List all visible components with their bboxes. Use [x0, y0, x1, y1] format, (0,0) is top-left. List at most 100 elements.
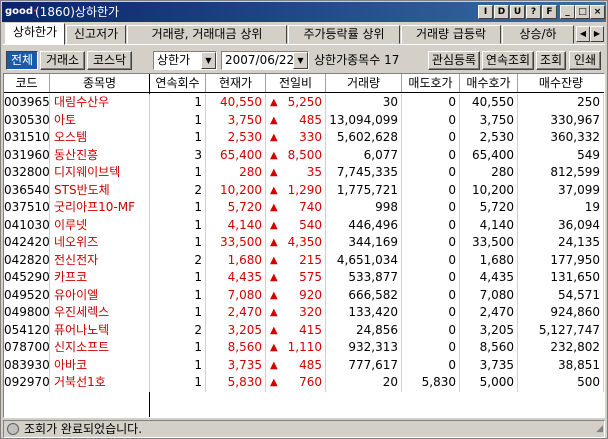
tab-up-down[interactable]: 상승/하: [502, 25, 574, 44]
table-row[interactable]: 042420 네오위즈 1 33,500 ▲ 4,350 344,169 0 33,500 24,…: [4, 234, 604, 252]
cell-volume-value: 24,856: [356, 322, 398, 337]
cell-streak-value: 3: [194, 147, 202, 162]
market-all-button[interactable]: 전체: [6, 51, 38, 70]
table-row[interactable]: 083930 아바코 1 3,735 ▲ 485 777,617 0 3,735 38,851: [4, 356, 604, 374]
cell-price: 5,830: [206, 374, 266, 392]
col-header-price[interactable]: 현재가: [206, 74, 266, 92]
cell-name-value: 퓨어나노텍: [54, 322, 110, 337]
limit-type-value: 상한가: [157, 53, 191, 67]
cell-bid-value: 2,470: [479, 305, 514, 319]
tab-scroll-left-icon[interactable]: ◀: [576, 26, 590, 42]
query-button[interactable]: 조회: [536, 51, 566, 70]
tool-i-button[interactable]: I: [478, 5, 493, 19]
cell-bid-value: 5,720: [479, 200, 514, 214]
cell-streak-value: 1: [194, 287, 202, 302]
up-arrow-icon: ▲: [270, 149, 278, 161]
cell-streak: 1: [150, 216, 206, 234]
cell-streak-value: 1: [194, 165, 202, 179]
tab-change-rate-top[interactable]: 주가등락률 상위: [288, 25, 400, 44]
cell-streak: 1: [150, 269, 206, 287]
table-row[interactable]: 049520 유아이엘 1 7,080 ▲ 920 666,582 0 7,080 54,571: [4, 286, 604, 304]
cell-bid-qty-value: 250: [577, 95, 600, 109]
col-header-bid-qty[interactable]: 매수잔량: [518, 74, 604, 92]
col-header-name[interactable]: 종목명: [50, 74, 150, 92]
limit-type-select[interactable]: 상한가 ▼: [153, 51, 217, 70]
close-button[interactable]: ×: [590, 5, 605, 19]
print-button[interactable]: 인쇄: [569, 51, 601, 70]
tab-new-high-low[interactable]: 신고저가: [66, 25, 126, 44]
cell-bid: 3,205: [460, 321, 518, 339]
table-row[interactable]: 037510 굿리아프10-MF 1 5,720 ▲ 740 998 0 5,720 19: [4, 199, 604, 217]
help-button[interactable]: ?: [526, 5, 541, 19]
table-row[interactable]: 036540 STS반도체 2 10,200 ▲ 1,290 1,775,721 0 10,20…: [4, 181, 604, 199]
tab-volume-surge[interactable]: 거래량 급등락: [401, 25, 501, 44]
table-row[interactable]: 042820 전신전자 2 1,680 ▲ 215 4,651,034 0 1,680 177,9…: [4, 251, 604, 269]
minimize-button[interactable]: _: [560, 5, 575, 19]
cell-bid-qty: 232,802: [518, 339, 604, 357]
cell-bid-qty-value: 38,851: [558, 357, 600, 372]
tool-d-button[interactable]: D: [494, 5, 509, 19]
cell-streak: 2: [150, 321, 206, 339]
date-select[interactable]: 2007/06/22 ▼: [221, 51, 309, 70]
table-row[interactable]: 045290 카프코 1 4,435 ▲ 575 533,877 0 4,435 131,650: [4, 269, 604, 287]
cell-name: 아토: [50, 111, 150, 129]
cell-name-value: 아바코: [54, 357, 88, 372]
cell-bid-qty-value: 232,802: [550, 340, 600, 354]
continuous-query-button[interactable]: 연속조회: [482, 51, 534, 70]
cell-ask: 0: [402, 286, 460, 304]
cell-streak: 1: [150, 374, 206, 392]
cell-ask-value: 0: [448, 147, 456, 162]
title-bar[interactable]: good· (1860)상하한가 I D U ? F _ □ ×: [2, 2, 606, 22]
tool-u-button[interactable]: U: [510, 5, 525, 19]
cell-price: 4,435: [206, 269, 266, 287]
col-header-streak[interactable]: 연속회수: [150, 74, 206, 92]
cell-volume-value: 533,877: [348, 270, 398, 284]
stock-grid[interactable]: 코드 종목명 연속회수 현재가 전일비 거래량 매도호가 매수호가 매수잔량 0…: [3, 73, 605, 418]
tab-volume-top[interactable]: 거래량, 거래대금 상위: [127, 25, 287, 44]
cell-name-value: 굿리아프10-MF: [54, 200, 136, 214]
table-row[interactable]: 078700 신지소프트 1 8,560 ▲ 1,110 932,313 0 8,560 232,…: [4, 339, 604, 357]
table-row[interactable]: 092970 거북선1호 1 5,830 ▲ 760 20 5,830 5,000 500: [4, 374, 604, 392]
cell-name-value: 이루넷: [54, 217, 88, 232]
cell-volume: 4,651,034: [326, 251, 402, 269]
table-row[interactable]: 031510 오스템 1 2,530 ▲ 330 5,602,628 0 2,530 360,33…: [4, 129, 604, 147]
cell-bid: 5,000: [460, 374, 518, 392]
cell-ask: 0: [402, 164, 460, 182]
up-arrow-icon: ▲: [270, 377, 278, 388]
table-row[interactable]: 041030 이루넷 1 4,140 ▲ 540 446,496 0 4,140 36,094: [4, 216, 604, 234]
table-row[interactable]: 049800 우진세렉스 1 2,470 ▲ 320 133,420 0 2,470 924,86…: [4, 304, 604, 322]
col-header-volume[interactable]: 거래량: [326, 74, 402, 92]
resize-grip-icon[interactable]: ◢: [596, 421, 603, 437]
cell-name: 이루넷: [50, 216, 150, 234]
tab-upper-lower-limit[interactable]: 상하한가: [5, 23, 65, 45]
cell-price: 65,400: [206, 146, 266, 164]
col-header-bid[interactable]: 매수호가: [460, 74, 518, 92]
add-watchlist-button[interactable]: 관심등록: [428, 51, 480, 70]
table-row[interactable]: 030530 아토 1 3,750 ▲ 485 13,094,099 0 3,750 330,96…: [4, 111, 604, 129]
market-kosdaq-button[interactable]: 코스닥: [87, 51, 132, 70]
table-row[interactable]: 054120 퓨어나노텍 2 3,205 ▲ 415 24,856 0 3,205 5,127,7…: [4, 321, 604, 339]
cell-bid-qty: 36,094: [518, 216, 604, 234]
cell-price-value: 40,550: [220, 95, 262, 109]
up-arrow-icon: ▲: [270, 237, 278, 248]
table-row[interactable]: 031960 동산진흥 3 65,400 ▲ 8,500 6,077 0 65,400 549: [4, 146, 604, 164]
cell-price-value: 2,470: [227, 305, 262, 319]
table-row[interactable]: 003965 대림수산우 1 40,550 ▲ 5,250 30 0 40,550 250: [4, 94, 604, 112]
status-bar: 조회가 완료되었습니다. ◢: [3, 420, 605, 438]
cell-ask-value: 0: [448, 165, 456, 179]
col-header-ask[interactable]: 매도호가: [402, 74, 460, 92]
cell-volume-value: 777,617: [348, 357, 398, 372]
maximize-button[interactable]: □: [575, 5, 590, 19]
cell-bid-value: 10,200: [472, 182, 514, 197]
limit-count-value: 17: [384, 53, 400, 67]
tool-f-button[interactable]: F: [542, 5, 557, 19]
market-kospi-button[interactable]: 거래소: [40, 51, 85, 70]
cell-streak-value: 1: [194, 305, 202, 319]
cell-name: 전신전자: [50, 251, 150, 269]
chevron-down-icon: ▼: [201, 52, 216, 69]
cell-price-value: 33,500: [220, 235, 262, 249]
tab-scroll-right-icon[interactable]: ▶: [590, 26, 604, 42]
col-header-code[interactable]: 코드: [4, 74, 50, 92]
table-row[interactable]: 032800 디지웨이브텍 1 280 ▲ 35 7,745,335 0 280 812,599: [4, 164, 604, 182]
col-header-change[interactable]: 전일비: [266, 74, 326, 92]
